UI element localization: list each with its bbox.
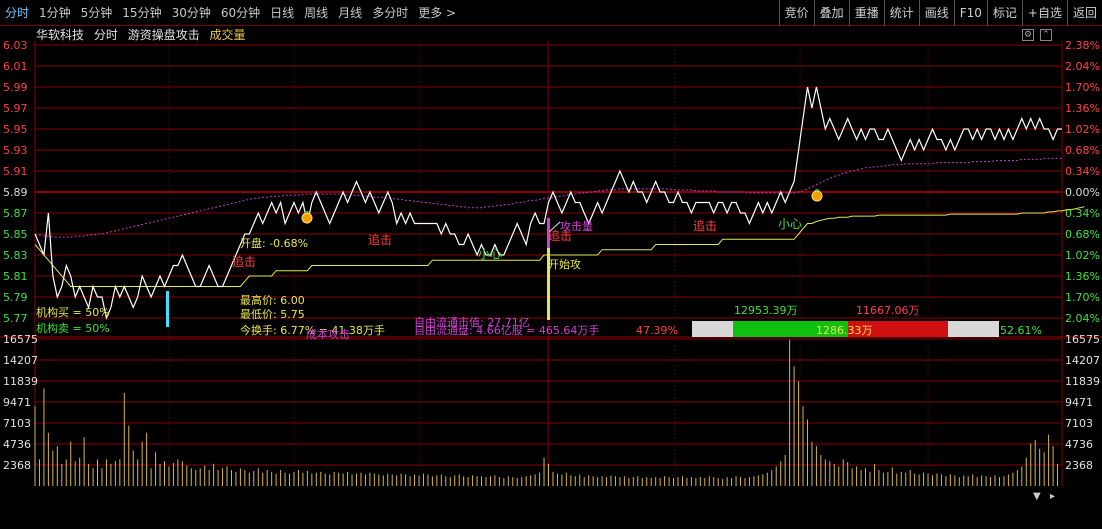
percent-tick-label: 0.34%	[1065, 207, 1100, 220]
percent-tick-label: 2.04%	[1065, 60, 1100, 73]
price-tick-label: 5.77	[3, 312, 28, 325]
start-attack-label: 开始攻	[548, 257, 581, 271]
volume-tick-label: 4736	[3, 438, 31, 451]
price-tick-label: 5.99	[3, 81, 28, 94]
zhuiji-label: 追击	[232, 254, 256, 269]
float-shares: 自由流通盘: 4.66亿股 = 465.64万手	[414, 323, 599, 337]
left-price-axis: 6.03 6.01 5.99 5.97 5.95 5.93 5.91 5.89 5.87 5.85…	[3, 39, 28, 325]
buy-amount: 12953.39万	[734, 304, 798, 317]
xiaoxin-label: 小心	[778, 217, 802, 231]
price-tick-label: 5.97	[3, 102, 28, 115]
percent-tick-label: 0.68%	[1065, 228, 1100, 241]
volume-tick-label: 14207	[1065, 354, 1100, 367]
sell-percent: 52.61%	[1000, 324, 1042, 337]
price-tick-label: 5.93	[3, 144, 28, 157]
attack-volume-label: 攻击量	[560, 219, 593, 233]
percent-tick-label: 1.02%	[1065, 249, 1100, 262]
scroll-right-icon: ▸	[1050, 491, 1055, 502]
high-price: 最高价: 6.00	[240, 293, 305, 307]
percent-tick-label: 1.02%	[1065, 123, 1100, 136]
signal-bar-cyan	[166, 291, 169, 327]
volume-tick-label: 7103	[1065, 417, 1093, 430]
volume-tick-label: 9471	[1065, 396, 1093, 409]
price-tick-label: 5.81	[3, 270, 28, 283]
percent-tick-label: 2.04%	[1065, 312, 1100, 325]
volume-axis-left: 16575 14207 11839 9471 7103 4736 2368	[3, 333, 38, 472]
percent-tick-label: 1.36%	[1065, 102, 1100, 115]
percent-tick-label: 2.38%	[1065, 39, 1100, 52]
volume-bars	[34, 339, 1059, 486]
annotation-marks: ▼ ▸	[166, 189, 1055, 502]
zhuiji-label: 追击	[368, 232, 392, 247]
volume-tick-label: 14207	[3, 354, 38, 367]
percent-tick-label: 1.36%	[1065, 270, 1100, 283]
price-tick-label: 5.87	[3, 207, 28, 220]
peach-leaf-icon	[814, 189, 820, 191]
price-tick-label: 5.83	[3, 249, 28, 262]
price-tick-label: 5.79	[3, 291, 28, 304]
zhuiji-label: 追击	[693, 218, 717, 233]
percent-tick-label: 1.70%	[1065, 291, 1100, 304]
percent-tick-label: 0.68%	[1065, 144, 1100, 157]
peach-marker-icon	[301, 212, 313, 224]
price-tick-label: 5.89	[3, 186, 28, 199]
volume-tick-label: 7103	[3, 417, 31, 430]
buy-percent: 47.39%	[636, 324, 678, 337]
avg-price-line	[34, 206, 1085, 287]
sell-amount: 11667.06万	[856, 304, 920, 317]
volume-tick-label: 11839	[3, 375, 38, 388]
price-tick-label: 5.85	[3, 228, 28, 241]
volume-tick-label: 2368	[1065, 459, 1093, 472]
volume-axis-right: 16575 14207 11839 9471 7103 4736 2368	[1065, 333, 1100, 472]
inst-sell: 机构卖 = 50%	[36, 321, 110, 335]
volume-tick-label: 4736	[1065, 438, 1093, 451]
percent-tick-label: 0.00%	[1065, 186, 1100, 199]
open-change: 开盘: -0.68%	[240, 236, 308, 250]
cost-attack: 成本攻击	[306, 327, 350, 341]
volume-tick-label: 9471	[3, 396, 31, 409]
volume-tick-label: 11839	[1065, 375, 1100, 388]
right-percent-axis: 2.38% 2.04% 1.70% 1.36% 1.02% 0.68% 0.34% 0.00%…	[1065, 39, 1100, 325]
inst-buy: 机构买 = 50%	[36, 305, 110, 319]
mid-amount: 1286.33万	[816, 324, 873, 337]
volume-tick-label: 2368	[3, 459, 31, 472]
price-tick-label: 5.91	[3, 165, 28, 178]
volume-tick-label: 16575	[3, 333, 38, 346]
scroll-down-icon: ▼	[1033, 491, 1041, 502]
price-tick-label: 6.03	[3, 39, 28, 52]
stock-chart-window: { "tabs": ["分时", "1分钟", "5分钟", "15分钟", "…	[0, 0, 1102, 529]
peach-marker-icon	[811, 190, 823, 202]
chart-area: 6.03 6.01 5.99 5.97 5.95 5.93 5.91 5.89 5.87 5.85…	[0, 39, 1102, 502]
price-tick-label: 5.95	[3, 123, 28, 136]
volume-tick-label: 16575	[1065, 333, 1100, 346]
xiaoxin-label: 小心	[478, 247, 502, 261]
percent-tick-label: 0.34%	[1065, 165, 1100, 178]
price-tick-label: 6.01	[3, 60, 28, 73]
percent-tick-label: 1.70%	[1065, 81, 1100, 94]
low-price: 最低价: 5.75	[240, 308, 305, 321]
